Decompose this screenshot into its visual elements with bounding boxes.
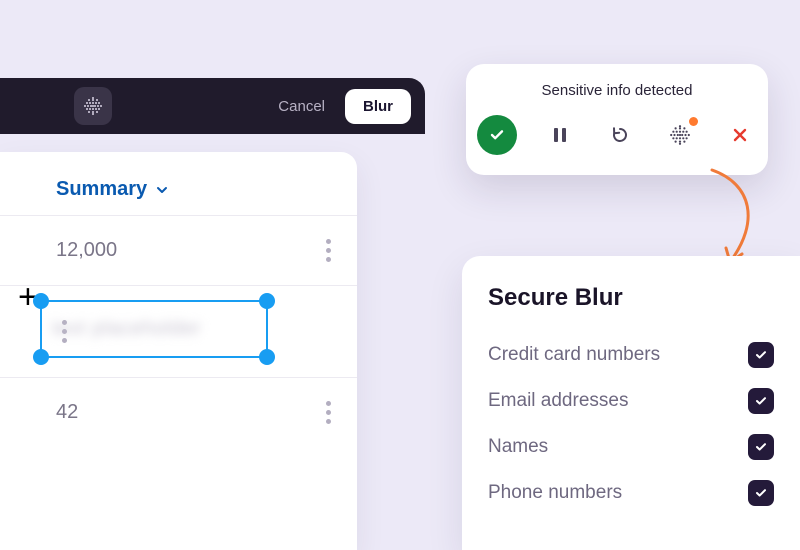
editor-header: Cancel Blur bbox=[0, 78, 425, 134]
app-logo[interactable] bbox=[74, 87, 112, 125]
option-email[interactable]: Email addresses bbox=[488, 378, 774, 424]
data-row: 42 bbox=[0, 377, 357, 447]
close-button[interactable] bbox=[723, 118, 757, 152]
summary-dropdown[interactable]: Summary bbox=[0, 178, 357, 215]
data-row: 12,000 bbox=[0, 215, 357, 285]
cancel-button[interactable]: Cancel bbox=[270, 92, 333, 121]
resize-handle-tr[interactable] bbox=[259, 293, 275, 309]
option-label: Credit card numbers bbox=[488, 344, 660, 366]
option-phone[interactable]: Phone numbers bbox=[488, 470, 774, 516]
pause-button[interactable] bbox=[543, 118, 577, 152]
restart-icon bbox=[610, 125, 630, 145]
resize-handle-bl[interactable] bbox=[33, 349, 49, 365]
chevron-down-icon bbox=[155, 183, 169, 197]
check-icon bbox=[754, 394, 768, 408]
detection-toolbar: Sensitive info detected bbox=[466, 64, 768, 175]
row-value: 42 bbox=[56, 401, 78, 424]
summary-label: Summary bbox=[56, 178, 147, 201]
checkbox[interactable] bbox=[748, 342, 774, 368]
secure-blur-button[interactable] bbox=[663, 118, 697, 152]
row-menu-button[interactable] bbox=[320, 395, 337, 430]
checkbox[interactable] bbox=[748, 388, 774, 414]
confirm-button[interactable] bbox=[477, 115, 517, 155]
restart-button[interactable] bbox=[603, 118, 637, 152]
option-label: Names bbox=[488, 436, 548, 458]
blur-button[interactable]: Blur bbox=[345, 89, 411, 124]
close-icon bbox=[731, 126, 749, 144]
editor-body: Summary 12,000 + text placeholder 42 bbox=[0, 152, 357, 550]
option-names[interactable]: Names bbox=[488, 424, 774, 470]
toolbar-actions bbox=[477, 115, 757, 155]
option-label: Phone numbers bbox=[488, 482, 622, 504]
resize-handle-br[interactable] bbox=[259, 349, 275, 365]
check-icon bbox=[754, 440, 768, 454]
secure-blur-title: Secure Blur bbox=[488, 284, 774, 312]
selection-box[interactable]: text placeholder bbox=[40, 300, 268, 358]
logo-dotgrid-icon bbox=[83, 96, 103, 116]
data-row-selected[interactable]: + text placeholder bbox=[0, 285, 357, 377]
secure-blur-panel: Secure Blur Credit card numbers Email ad… bbox=[462, 256, 800, 550]
option-credit-cards[interactable]: Credit card numbers bbox=[488, 332, 774, 378]
row-menu-button[interactable] bbox=[320, 233, 337, 268]
notification-dot-icon bbox=[689, 117, 698, 126]
resize-handle-tl[interactable] bbox=[33, 293, 49, 309]
checkbox[interactable] bbox=[748, 480, 774, 506]
option-label: Email addresses bbox=[488, 390, 628, 412]
checkbox[interactable] bbox=[748, 434, 774, 460]
check-icon bbox=[488, 126, 506, 144]
editor-panel: Cancel Blur Summary 12,000 + text placeh… bbox=[0, 78, 425, 550]
dotgrid-icon bbox=[669, 124, 691, 146]
row-value: 12,000 bbox=[56, 239, 117, 262]
check-icon bbox=[754, 486, 768, 500]
check-icon bbox=[754, 348, 768, 362]
toolbar-title: Sensitive info detected bbox=[542, 82, 693, 99]
blurred-content: text placeholder bbox=[52, 318, 201, 341]
pause-icon bbox=[552, 126, 568, 144]
